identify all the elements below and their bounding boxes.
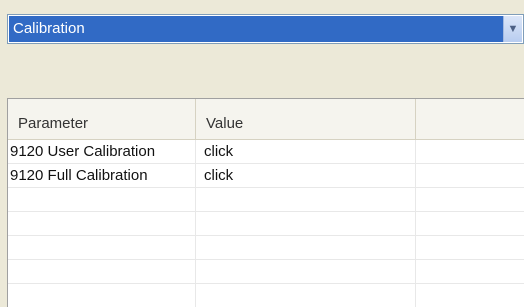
column-header-parameter[interactable]: Parameter [8,99,195,139]
parameter-cell[interactable]: 9120 User Calibration [8,140,195,164]
value-cell[interactable] [195,260,415,284]
extra-cell[interactable] [415,140,524,164]
table-row[interactable]: 9120 User Calibration click [8,140,524,164]
extra-cell[interactable] [415,260,524,284]
grid-header: Parameter Value [8,99,524,140]
parameter-cell[interactable] [8,212,195,236]
column-header-value[interactable]: Value [195,99,415,139]
parameter-cell[interactable] [8,260,195,284]
value-cell[interactable] [195,188,415,212]
table-row[interactable] [8,188,524,212]
table-row[interactable] [8,260,524,284]
value-cell[interactable] [195,236,415,260]
extra-cell[interactable] [415,212,524,236]
parameter-grid: Parameter Value 9120 User Calibration cl… [7,98,524,307]
value-cell[interactable]: click [195,164,415,188]
parameter-cell[interactable]: 9120 Full Calibration [8,164,195,188]
section-dropdown[interactable]: Calibration ▼ [7,14,524,44]
parameter-cell[interactable] [8,236,195,260]
value-cell[interactable] [195,284,415,307]
value-cell[interactable]: click [195,140,415,164]
extra-cell[interactable] [415,164,524,188]
table-row[interactable]: 9120 Full Calibration click [8,164,524,188]
parameter-cell[interactable] [8,188,195,212]
extra-cell[interactable] [415,284,524,307]
column-header-empty[interactable] [415,99,524,139]
chevron-down-icon: ▼ [507,23,519,35]
extra-cell[interactable] [415,236,524,260]
table-row[interactable] [8,236,524,260]
extra-cell[interactable] [415,188,524,212]
table-row[interactable] [8,284,524,307]
value-cell[interactable] [195,212,415,236]
section-dropdown-value[interactable]: Calibration [9,16,503,42]
calibration-panel: Calibration ▼ Parameter Value 9120 User … [0,0,524,307]
dropdown-button[interactable]: ▼ [503,16,522,42]
toolbar-area [7,44,524,98]
table-row[interactable] [8,212,524,236]
parameter-cell[interactable] [8,284,195,307]
